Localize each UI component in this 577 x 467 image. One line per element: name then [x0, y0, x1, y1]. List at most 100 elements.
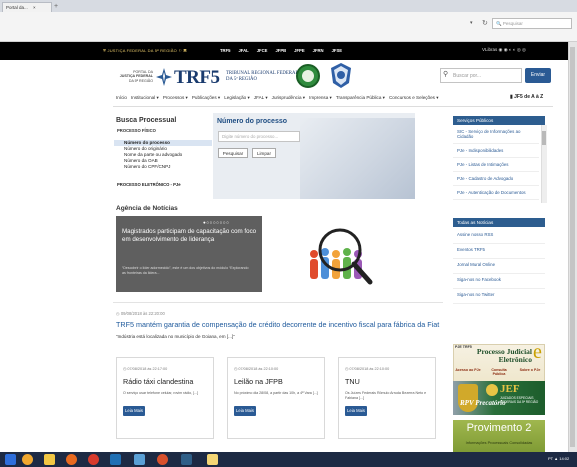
- gov-menu-jfrn[interactable]: JFRN: [313, 48, 324, 53]
- gov-menu-trf5[interactable]: TRF5: [220, 48, 230, 53]
- browser-tab[interactable]: Portal da... ×: [2, 2, 52, 12]
- servico-pje-intimacoes[interactable]: PJe - Listas de Intimações: [453, 158, 539, 172]
- nav-item-institucional[interactable]: Institucional ▾: [131, 95, 159, 101]
- media-icon[interactable]: [157, 454, 168, 465]
- search-icon: ⚲: [443, 71, 449, 78]
- headline-sub: “Indústria está localizada no município …: [116, 334, 235, 339]
- flag-icon: ⚐ ▣: [178, 48, 187, 53]
- chrome-icon[interactable]: [88, 454, 99, 465]
- taskbar-clock: PT ▲ 14:02: [548, 456, 570, 461]
- explorer-icon[interactable]: [44, 454, 55, 465]
- servico-sic[interactable]: SIC - Serviço de Informações ao Cidadão: [453, 125, 539, 144]
- news-card: ◷ 07/08/2018 às 22:10:00 Leilão na JFPB …: [227, 357, 325, 439]
- pje-acesso-link[interactable]: Acesso ao PJe: [455, 368, 481, 377]
- gov-menu-jfal[interactable]: JFAL: [238, 48, 248, 53]
- leadership-image: [262, 216, 415, 292]
- card-title[interactable]: Rádio táxi clandestina: [123, 377, 193, 386]
- accessibility-bar[interactable]: VLibras ◉ ◉ ◐ ◐ ◎ ◎: [482, 47, 526, 53]
- chevron-down-icon[interactable]: ▾: [470, 20, 473, 26]
- trf-full-name: TRIBUNAL REGIONAL FEDERAL DA 5ª REGIÃO: [226, 71, 298, 82]
- jef-title: JEF: [500, 383, 520, 395]
- nav-item-publicacoes[interactable]: Publicações ▾: [192, 95, 220, 101]
- provimento-title: Provimento 2: [466, 422, 532, 434]
- slide-title[interactable]: Magistrados participam de capacitação co…: [122, 228, 260, 244]
- nav-item-concursos[interactable]: Concursos e Seleções ▾: [389, 95, 439, 101]
- limpar-button[interactable]: Limpar: [252, 148, 276, 158]
- paint-icon[interactable]: [134, 454, 145, 465]
- nav-item-processos[interactable]: Processos ▾: [163, 95, 188, 101]
- trf5-logo-text[interactable]: TRF5: [174, 67, 220, 89]
- busca-list: Número do processo Número do originário …: [114, 140, 212, 170]
- divider: [113, 106, 553, 107]
- card-title[interactable]: TNU: [345, 377, 360, 386]
- a-to-z-link[interactable]: ▮ JF5 de A à Z: [510, 94, 543, 100]
- servicos-scroll-thumb[interactable]: [542, 131, 546, 145]
- noticias-header[interactable]: Todas as Notícias: [453, 218, 545, 227]
- site-search-input[interactable]: Buscar por...: [440, 68, 522, 83]
- search-submit-button[interactable]: Enviar: [525, 68, 551, 83]
- slide-text: “Descobrir o líder adormecido”, este é u…: [122, 266, 249, 275]
- gov-menu: TRF5 JFAL JFCE JFPB JFPE JFRN JFSE: [220, 48, 342, 53]
- start-icon[interactable]: [5, 454, 16, 465]
- nav-item-imprensa[interactable]: Imprensa ▾: [309, 95, 332, 101]
- firefox-icon[interactable]: [66, 454, 77, 465]
- close-icon[interactable]: ×: [33, 5, 36, 10]
- slider-dots[interactable]: ●○○○○○○○: [203, 220, 230, 225]
- noticias-twitter[interactable]: Siga-nos no Twitter: [453, 289, 545, 304]
- pje-consulta-link[interactable]: Consulta Pública: [486, 368, 512, 377]
- numero-processo-input[interactable]: Digite número do processo...: [218, 131, 300, 142]
- nav-item-jurisprudencia[interactable]: Jurisprudência ▾: [272, 95, 305, 101]
- gov-menu-jfse[interactable]: JFSE: [332, 48, 342, 53]
- card-title[interactable]: Leilão na JFPB: [234, 377, 283, 386]
- photoshop-icon[interactable]: [110, 454, 121, 465]
- page-scroll-thumb[interactable]: [570, 47, 575, 447]
- headline-date-text: 09/08/2018 às 22:20:00: [120, 311, 165, 316]
- gov-menu-jfce[interactable]: JFCE: [257, 48, 268, 53]
- processo-eletronico-link[interactable]: PROCESSO ELETRÔNICO - PJe: [117, 182, 181, 187]
- pje-sobre-link[interactable]: Sobre o PJe: [517, 368, 543, 377]
- ie-icon[interactable]: [22, 454, 33, 465]
- blue-seal-icon[interactable]: [331, 63, 351, 88]
- noticias-rss[interactable]: Assine nosso RSS: [453, 229, 545, 244]
- lightroom-icon[interactable]: [181, 454, 192, 465]
- nav-item-jfal[interactable]: JFAL ▾: [254, 95, 268, 101]
- leia-mais-button[interactable]: Leia Mais: [234, 406, 256, 416]
- card-text: No próximo dia 28/08, a partir das 10h, …: [234, 391, 318, 395]
- card-date-text: 07/08/2018 às 22:17:00: [127, 367, 168, 371]
- leia-mais-button[interactable]: Leia Mais: [123, 406, 145, 416]
- servico-pje-autenticacao[interactable]: PJe - Autenticação de Documentos: [453, 186, 539, 200]
- busca-item-cpf[interactable]: Número do CPF/CNPJ: [114, 164, 212, 170]
- trf5-logo-icon[interactable]: [156, 68, 172, 86]
- gov-justice-link[interactable]: ⛨ JUSTIÇA FEDERAL DA 5ª REGIÃO ⚐ ▣: [103, 48, 187, 53]
- pesquisar-button[interactable]: Pesquisar: [218, 148, 248, 158]
- divider: [113, 302, 443, 303]
- card-date: ◷ 07/08/2018 às 22:17:00: [123, 366, 167, 371]
- servico-pje-cadastro[interactable]: PJe - Cadastro de Advogado: [453, 172, 539, 186]
- trf-line: DA 5ª REGIÃO: [226, 76, 257, 82]
- card-date-text: 07/08/2018 às 22:10:00: [238, 367, 279, 371]
- gov-menu-jfpe[interactable]: JFPE: [294, 48, 304, 53]
- servico-pje-indisponibilidades[interactable]: PJe - Indisponibilidades: [453, 144, 539, 158]
- gov-menu-jfpb[interactable]: JFPB: [275, 48, 286, 53]
- headline-title[interactable]: TRF5 mantém garantia de compensação de c…: [116, 320, 446, 329]
- pje-e-logo: e: [533, 341, 542, 363]
- card-text: Os Juízes Federais Rômulo Arruda Bezerra…: [345, 391, 427, 400]
- new-tab-button[interactable]: +: [54, 3, 58, 10]
- accessibility-icons[interactable]: ◉ ◉ ◐ ◐ ◎ ◎: [499, 47, 526, 52]
- noticias-jornal[interactable]: Jornal Mural Online: [453, 259, 545, 274]
- card-text: O serviço usar telefone celular, rovim r…: [123, 391, 199, 395]
- nav-item-inicio[interactable]: Início: [116, 95, 127, 101]
- folder-icon[interactable]: [207, 454, 218, 465]
- pje-title: Processo Judicial Eletrônico: [476, 347, 532, 364]
- gov-justice-text: JUSTIÇA FEDERAL DA 5ª REGIÃO: [107, 48, 177, 53]
- reload-icon[interactable]: ↻: [482, 19, 488, 27]
- nav-item-legislacao[interactable]: Legislação ▾: [224, 95, 250, 101]
- search-placeholder: Buscar por...: [453, 73, 482, 79]
- portal-caption: PORTAL DA JUSTIÇA FEDERAL DA 5ª REGIÃO: [113, 70, 153, 83]
- noticias-eventos[interactable]: Eventos TRF5: [453, 244, 545, 259]
- browser-search-input[interactable]: 🔍 Pesquisar: [492, 18, 572, 29]
- nav-item-transparencia[interactable]: Transparência Pública ▾: [336, 95, 385, 101]
- rpv-shield-icon: [458, 384, 478, 412]
- noticias-facebook[interactable]: Siga-nos no Facebook: [453, 274, 545, 289]
- leia-mais-button[interactable]: Leia Mais: [345, 406, 367, 416]
